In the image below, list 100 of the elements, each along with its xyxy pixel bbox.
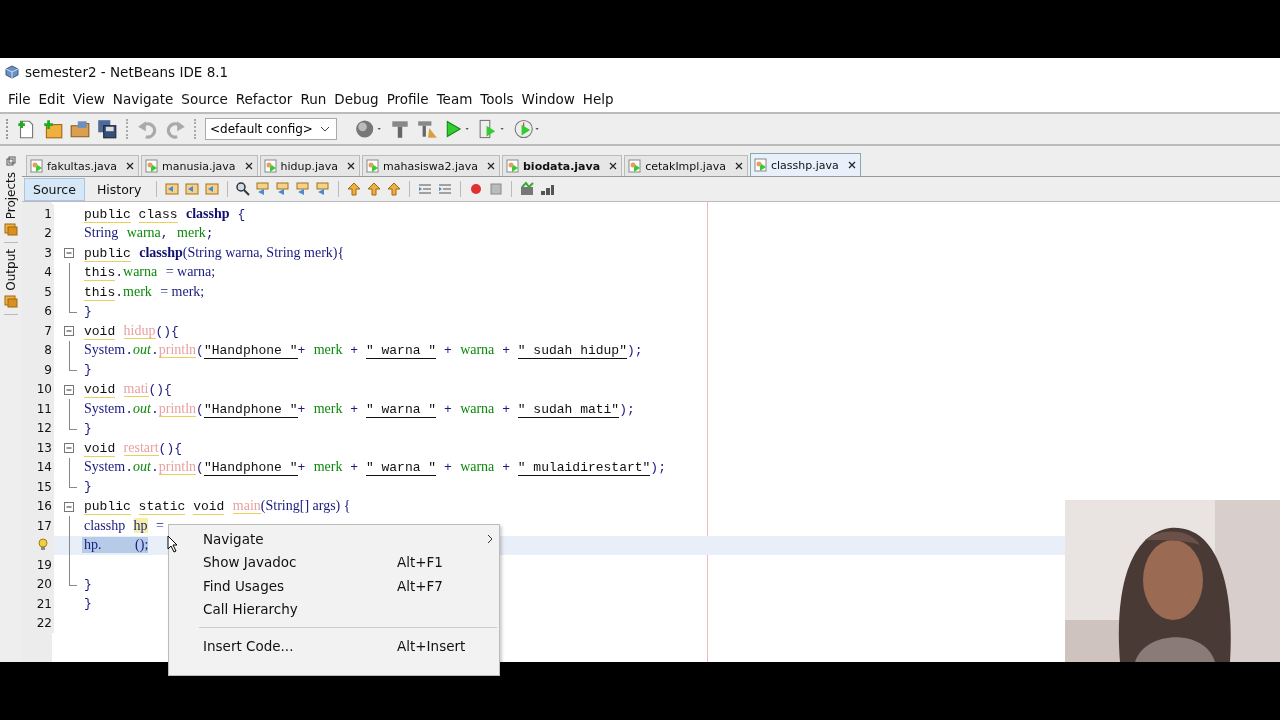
- code-text: System: [84, 459, 126, 475]
- hammer-icon[interactable]: [389, 118, 411, 140]
- config-dropdown[interactable]: <default config>: [205, 118, 337, 140]
- code-text: ,: [160, 226, 169, 242]
- menu-item[interactable]: Call Hierarchy: [169, 597, 499, 621]
- file-tab[interactable]: biodata.java: [502, 155, 623, 176]
- menu-item[interactable]: Tools: [476, 91, 518, 107]
- code-text: = warna;: [165, 264, 216, 280]
- file-tab[interactable]: cetakImpl.java: [624, 155, 748, 176]
- file-tab[interactable]: fakultas.java: [26, 155, 139, 176]
- bookmark-icon[interactable]: [346, 181, 363, 197]
- menu-item[interactable]: Find Usages Alt+F7: [169, 574, 499, 598]
- menu-item[interactable]: Debug: [330, 91, 383, 107]
- code-text: (String[] args) {: [260, 498, 351, 514]
- code-text: .: [150, 401, 159, 417]
- line-number: 15: [36, 479, 53, 494]
- file-tab[interactable]: hidup.java: [259, 155, 360, 176]
- find-icon[interactable]: [315, 181, 332, 197]
- code-text: +: [502, 460, 510, 476]
- close-icon[interactable]: [609, 162, 618, 170]
- code-text: (){: [155, 323, 179, 339]
- code-text: .: [125, 343, 134, 359]
- hammer-broom-icon[interactable]: [416, 118, 438, 140]
- code-text: );: [626, 343, 643, 359]
- menu-item[interactable]: File: [4, 91, 35, 107]
- code-text: .: [150, 460, 159, 476]
- code-text: }: [84, 576, 92, 592]
- file-tab[interactable]: mahasiswa2.java: [362, 155, 500, 176]
- side-panel-tab[interactable]: Output: [4, 249, 18, 291]
- code-field: merk: [123, 283, 152, 299]
- code-field: warna: [123, 264, 158, 280]
- menu-item[interactable]: Profile: [382, 91, 433, 107]
- bookmark-icon[interactable]: [386, 181, 403, 197]
- java-file-icon: [30, 159, 44, 173]
- close-icon[interactable]: [847, 161, 856, 169]
- view-toggle[interactable]: Source: [24, 177, 85, 201]
- indent-icon[interactable]: [437, 181, 454, 197]
- code-text: System: [84, 342, 126, 358]
- code-field: merk: [313, 342, 343, 358]
- fold-toggle[interactable]: [64, 326, 74, 336]
- code-field: warna: [460, 342, 495, 358]
- menu-item[interactable]: Run: [296, 91, 331, 107]
- close-icon[interactable]: [244, 162, 253, 170]
- navigation-icon[interactable]: [204, 181, 221, 197]
- close-icon[interactable]: [347, 162, 355, 170]
- indent-icon[interactable]: [417, 181, 434, 197]
- line-number: 5: [44, 284, 53, 299]
- stop-icon[interactable]: [488, 181, 505, 197]
- code-text: ;: [205, 226, 214, 242]
- code-method: main: [232, 498, 261, 515]
- line-number: 10: [36, 382, 53, 397]
- code-method: println: [158, 400, 197, 417]
- menu-item[interactable]: Edit: [34, 91, 69, 107]
- navigation-icon[interactable]: [184, 181, 201, 197]
- find-icon[interactable]: [295, 181, 312, 197]
- fold-toggle[interactable]: [64, 501, 74, 512]
- code-text: String: [84, 225, 119, 241]
- menu-item[interactable]: View: [68, 91, 109, 107]
- code-keyword: static: [138, 499, 186, 516]
- fold-toggle[interactable]: [64, 248, 74, 258]
- code-field: out: [133, 459, 151, 475]
- folder-icon[interactable]: [69, 118, 91, 140]
- menu-item[interactable]: Window: [517, 91, 579, 107]
- menu-item[interactable]: Insert Code... Alt+Insert: [169, 634, 499, 658]
- code-keyword: void: [84, 323, 116, 340]
- code-field: warna: [460, 459, 495, 475]
- fold-toggle[interactable]: [64, 384, 74, 395]
- diff-icon[interactable]: [519, 181, 536, 197]
- navigation-icon[interactable]: [164, 181, 181, 197]
- close-icon[interactable]: [487, 162, 495, 170]
- line-number: 17: [36, 518, 53, 533]
- java-file-icon: [753, 158, 768, 172]
- fold-toggle[interactable]: [64, 443, 74, 453]
- panel-icon: [4, 294, 18, 308]
- new-project-icon[interactable]: [42, 118, 64, 140]
- close-icon[interactable]: [734, 162, 743, 170]
- lightbulb-icon[interactable]: [38, 538, 48, 553]
- code-string: " sudah mati": [517, 401, 620, 418]
- menu-item[interactable]: Navigate: [108, 91, 178, 107]
- menu-item[interactable]: Show Javadoc Alt+F1: [169, 550, 499, 574]
- save-all-icon[interactable]: [96, 118, 118, 140]
- code-text: = merk;: [160, 283, 205, 299]
- java-file-icon: [145, 159, 159, 173]
- restore-icon[interactable]: [6, 156, 16, 166]
- file-tab[interactable]: classhp.java: [749, 153, 861, 176]
- code-text: +: [502, 343, 510, 359]
- menu-item[interactable]: Help: [578, 91, 618, 107]
- code-text: (){: [158, 440, 182, 456]
- menu-item[interactable]: Refactor: [231, 91, 297, 107]
- search-icon[interactable]: [235, 181, 252, 197]
- side-panel-tab[interactable]: Projects: [4, 172, 18, 220]
- view-toggle[interactable]: History: [88, 178, 150, 200]
- menu-item[interactable]: Source: [177, 91, 232, 107]
- bookmark-icon[interactable]: [366, 181, 383, 197]
- file-tab[interactable]: manusia.java: [141, 155, 258, 176]
- close-icon[interactable]: [126, 162, 134, 170]
- find-icon[interactable]: [275, 181, 292, 197]
- code-text: (: [196, 460, 204, 476]
- code-keyword: public: [84, 245, 131, 262]
- menu-item[interactable]: Team: [432, 91, 477, 107]
